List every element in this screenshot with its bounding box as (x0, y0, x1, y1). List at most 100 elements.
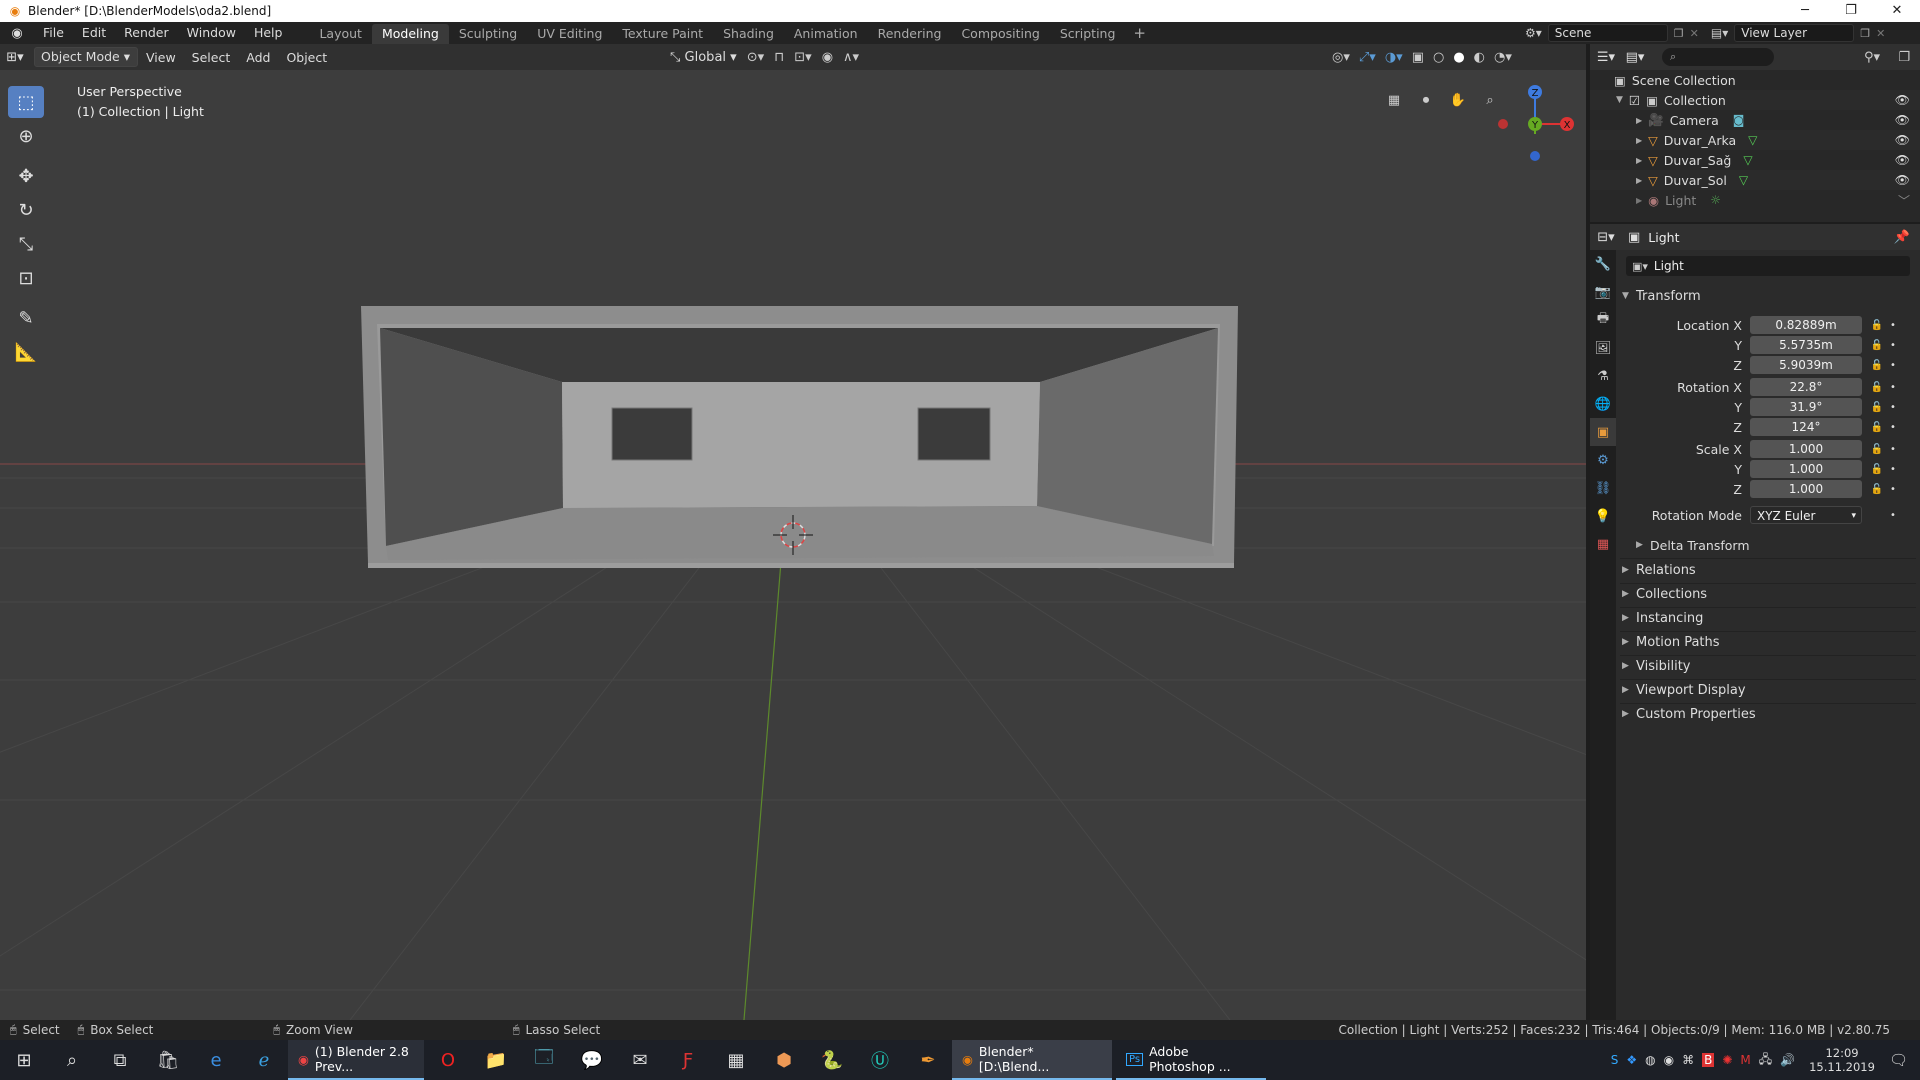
outliner-row-duvar-sol[interactable]: ▶ ▽ Duvar_Sol ▽ 👁 (1590, 170, 1920, 190)
eye-icon[interactable]: 👁 (1895, 153, 1910, 167)
skype-icon[interactable]: S (1611, 1053, 1619, 1067)
add-workspace-icon[interactable]: + (1125, 24, 1154, 42)
chat-app-icon[interactable]: 💬 (568, 1040, 616, 1080)
python-icon[interactable]: 🐍 (808, 1040, 856, 1080)
location-x-field[interactable]: 0.82889m (1750, 316, 1862, 334)
material-shading-icon[interactable]: ◐ (1474, 50, 1485, 65)
camera-data-icon[interactable]: ◙ (1733, 113, 1745, 127)
task-view-icon[interactable]: ⧉ (96, 1040, 144, 1080)
annotate-tool-icon[interactable]: ✎ (8, 302, 44, 334)
proportional-edit-icon[interactable]: ◉ (822, 50, 833, 65)
delete-view-layer-icon[interactable]: ✕ (1876, 27, 1885, 40)
explorer-alt-icon[interactable]: 🗔 (520, 1040, 568, 1080)
volume-icon[interactable]: 🔊 (1780, 1053, 1795, 1067)
outliner-editor-type-icon[interactable]: ☰▾ (1590, 50, 1622, 65)
lock-icon[interactable]: 🔓 (1868, 360, 1886, 371)
blender-menu-icon[interactable]: ◉ (0, 26, 34, 41)
light-data-tab-icon[interactable]: 💡 (1590, 502, 1616, 530)
falloff-icon[interactable]: ∧▾ (843, 50, 859, 65)
tab-texture-paint[interactable]: Texture Paint (612, 24, 713, 44)
render-tab-icon[interactable]: 📷 (1590, 278, 1616, 306)
new-collection-icon[interactable]: ❐ (1898, 50, 1910, 65)
edge-icon[interactable]: e (192, 1040, 240, 1080)
pan-hand-icon[interactable]: ✋ (1446, 88, 1470, 112)
scene-selector-icon[interactable]: ⚙▾ (1525, 26, 1542, 40)
delta-transform-header[interactable]: ▶ Delta Transform (1636, 534, 1914, 556)
lock-icon[interactable]: 🔓 (1868, 422, 1886, 433)
viewport-display-panel-header[interactable]: ▶ Viewport Display (1622, 679, 1914, 701)
collections-panel-header[interactable]: ▶ Collections (1622, 583, 1914, 605)
delete-scene-icon[interactable]: ✕ (1690, 27, 1699, 40)
outliner-row-duvar-arka[interactable]: ▶ ▽ Duvar_Arka ▽ 👁 (1590, 130, 1920, 150)
overlay-toggle-icon[interactable]: ◑▾ (1385, 50, 1403, 65)
xray-toggle-icon[interactable]: ▣ (1412, 50, 1424, 65)
bitdefender-icon[interactable]: B (1702, 1053, 1715, 1067)
world-tab-icon[interactable]: 🌐 (1590, 390, 1616, 418)
menu-help[interactable]: Help (245, 22, 292, 44)
collection-checkbox-icon[interactable]: ☑ (1629, 93, 1640, 108)
network-share-icon[interactable]: ⌘ (1682, 1053, 1694, 1067)
pin-icon[interactable]: 📌 (1894, 230, 1910, 245)
outliner-row-camera[interactable]: ▶ 🎥 Camera ◙ 👁 (1590, 110, 1920, 130)
expand-icon[interactable]: ▶ (1636, 136, 1642, 145)
keyframe-dot-icon[interactable]: • (1886, 464, 1900, 475)
snap-icon[interactable]: ⊓ (774, 50, 784, 65)
store-icon[interactable]: 🛍 (144, 1040, 192, 1080)
tray-app-icon[interactable]: ◉ (1664, 1053, 1674, 1067)
output-tab-icon[interactable]: 🖶 (1590, 306, 1616, 334)
expand-icon[interactable]: ▶ (1636, 176, 1642, 185)
keyframe-dot-icon[interactable]: • (1886, 510, 1900, 521)
expand-icon[interactable]: ▶ (1636, 116, 1642, 125)
gizmo-toggle-icon[interactable]: ⤢▾ (1359, 50, 1376, 65)
view-layer-field[interactable]: View Layer (1734, 24, 1855, 42)
rotation-mode-dropdown[interactable]: XYZ Euler ▾ (1750, 506, 1862, 524)
expand-icon[interactable]: ▶ (1636, 156, 1642, 165)
relations-panel-header[interactable]: ▶ Relations (1622, 559, 1914, 581)
upwork-icon[interactable]: Ⓤ (856, 1040, 904, 1080)
motion-paths-panel-header[interactable]: ▶ Motion Paths (1622, 631, 1914, 653)
lock-icon[interactable]: 🔓 (1868, 444, 1886, 455)
keyframe-dot-icon[interactable]: • (1886, 360, 1900, 371)
keyframe-dot-icon[interactable]: • (1886, 382, 1900, 393)
camera-view-icon[interactable]: ⏺ (1414, 88, 1438, 112)
display-mode-icon[interactable]: ▤▾ (1622, 50, 1648, 65)
tab-layout[interactable]: Layout (309, 24, 372, 44)
location-y-field[interactable]: 5.5735m (1750, 336, 1862, 354)
texture-tab-icon[interactable]: ▦ (1590, 530, 1616, 558)
lock-icon[interactable]: 🔓 (1868, 320, 1886, 331)
tab-uv-editing[interactable]: UV Editing (527, 24, 612, 44)
lock-icon[interactable]: 🔓 (1868, 464, 1886, 475)
ortho-toggle-icon[interactable]: ▦ (1382, 88, 1406, 112)
file-explorer-icon[interactable]: 📁 (472, 1040, 520, 1080)
navigation-gizmo[interactable]: X Z Y (1490, 82, 1574, 166)
mesh-data-icon[interactable]: ▽ (1748, 133, 1757, 147)
eye-icon[interactable]: 👁 (1895, 113, 1910, 127)
object-name-field[interactable]: ▣▾ Light (1626, 256, 1910, 276)
expand-icon[interactable]: ▶ (1636, 196, 1642, 205)
lock-icon[interactable]: 🔓 (1868, 382, 1886, 393)
pivot-point-icon[interactable]: ⊙▾ (747, 50, 764, 65)
calculator-icon[interactable]: ▦ (712, 1040, 760, 1080)
scene-tab-icon[interactable]: ⚗ (1590, 362, 1616, 390)
tab-shading[interactable]: Shading (713, 24, 784, 44)
rotation-x-field[interactable]: 22.8° (1750, 378, 1862, 396)
keyframe-dot-icon[interactable]: • (1886, 422, 1900, 433)
rotation-z-field[interactable]: 124° (1750, 418, 1862, 436)
search-icon[interactable]: ⌕ (48, 1040, 96, 1080)
tab-sculpting[interactable]: Sculpting (449, 24, 527, 44)
mail-icon[interactable]: ✉ (616, 1040, 664, 1080)
mesh-data-icon[interactable]: ▽ (1739, 173, 1748, 187)
rotate-tool-icon[interactable]: ↻ (8, 194, 44, 226)
move-tool-icon[interactable]: ✥ (8, 160, 44, 192)
keyframe-dot-icon[interactable]: • (1886, 320, 1900, 331)
scene-name-field[interactable]: Scene (1547, 24, 1668, 42)
view-layer-icon[interactable]: ▤▾ (1711, 26, 1728, 40)
visibility-selector-icon[interactable]: ◎▾ (1332, 50, 1350, 65)
visibility-panel-header[interactable]: ▶ Visibility (1622, 655, 1914, 677)
menu-add[interactable]: Add (238, 50, 278, 65)
menu-render[interactable]: Render (115, 22, 178, 44)
dropbox-icon[interactable]: ❖ (1626, 1053, 1637, 1067)
menu-object[interactable]: Object (278, 50, 335, 65)
cursor-tool-icon[interactable]: ⊕ (8, 120, 44, 152)
gmail-icon[interactable]: M (1740, 1053, 1750, 1067)
